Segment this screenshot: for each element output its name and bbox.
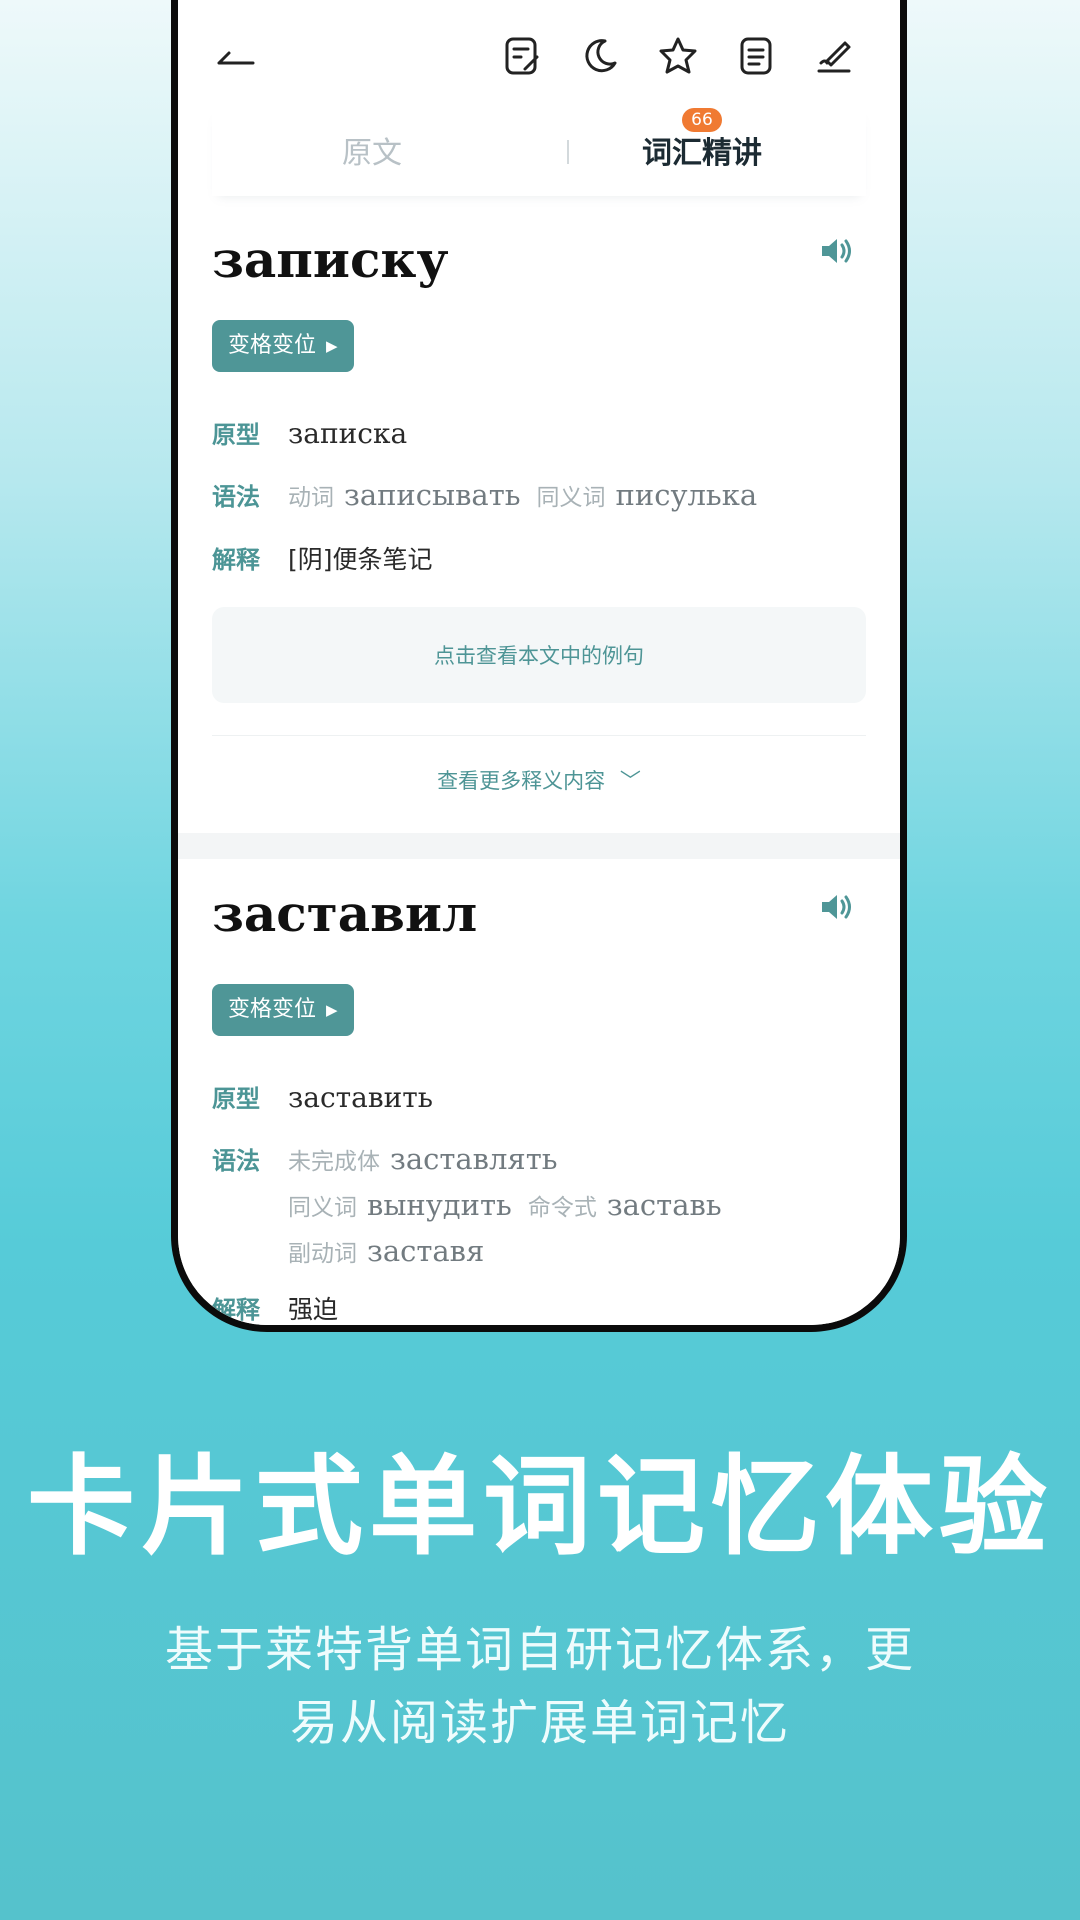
inflection-label: 变格变位 [228, 997, 317, 1022]
lemma-row: 原型 заставить [212, 1079, 866, 1114]
grammar-value[interactable]: заставь [607, 1188, 722, 1222]
vocab-count-badge: 66 [682, 108, 722, 132]
grammar-row: 语法 未完成体 заставлять [212, 1141, 866, 1176]
examples-button[interactable]: 点击查看本文中的例句 [212, 607, 866, 703]
definition-row: 解释 [阴]便条笔记 [212, 540, 866, 576]
divider [212, 735, 866, 736]
grammar-value[interactable]: заставя [367, 1234, 484, 1268]
grammar-tag: 副动词 [288, 1241, 357, 1267]
grammar-value[interactable]: заставлять [390, 1142, 558, 1176]
grammar-tag: 动词 [288, 485, 334, 511]
lemma-value: записка [288, 417, 408, 450]
speaker-icon[interactable] [818, 888, 856, 926]
pen-sign-icon[interactable] [806, 28, 862, 84]
speaker-icon[interactable] [818, 232, 856, 270]
card-separator [178, 833, 900, 859]
phone-frame: 原文 词汇精讲 66 записку 变格变位 ▶ 原型 записка 语法 … [171, 0, 907, 1332]
word-title: заставил [212, 884, 478, 943]
grammar-tag: 同义词 [288, 1195, 357, 1221]
top-toolbar [178, 20, 900, 95]
inflection-button[interactable]: 变格变位 ▶ [212, 984, 354, 1036]
lemma-value: заставить [288, 1081, 433, 1114]
definition-value: [阴]便条笔记 [288, 545, 433, 574]
more-definitions-link[interactable]: 查看更多释义内容 ﹀ [178, 765, 900, 795]
inflection-label: 变格变位 [228, 333, 317, 358]
back-arrow-icon[interactable] [208, 28, 264, 84]
grammar-value[interactable]: вынудить [367, 1188, 512, 1222]
tab-divider [567, 140, 569, 164]
grammar-continuation: 同义词 вынудить 命令式 заставь [288, 1188, 866, 1222]
chevron-down-icon: ﹀ [619, 769, 641, 793]
play-triangle-icon: ▶ [326, 1001, 338, 1019]
grammar-continuation: 副动词 заставя [288, 1234, 866, 1268]
star-icon[interactable] [650, 28, 706, 84]
document-icon[interactable] [728, 28, 784, 84]
word-card: записку 变格变位 ▶ 原型 записка 语法 动词 записыва… [178, 210, 900, 830]
tab-bar: 原文 词汇精讲 66 [212, 108, 866, 196]
moon-icon[interactable] [572, 28, 628, 84]
lemma-row: 原型 записка [212, 415, 866, 450]
edit-note-icon[interactable] [494, 28, 550, 84]
grammar-row: 语法 动词 записывать 同义词 писулька [212, 477, 866, 512]
grammar-label: 语法 [212, 483, 260, 511]
word-title: записку [212, 230, 449, 289]
grammar-tag: 未完成体 [288, 1149, 380, 1175]
grammar-value[interactable]: записывать [344, 478, 521, 512]
definition-label: 解释 [212, 1296, 260, 1324]
definition-value: 强迫 [288, 1295, 339, 1324]
grammar-value[interactable]: писулька [616, 478, 758, 512]
grammar-tag: 同义词 [536, 485, 606, 511]
tab-original[interactable]: 原文 [342, 128, 402, 172]
grammar-label: 语法 [212, 1147, 260, 1175]
promo-headline: 卡片式单词记忆体验 [26, 1445, 1053, 1570]
lemma-label: 原型 [212, 1085, 260, 1113]
grammar-tag: 命令式 [527, 1195, 597, 1221]
lemma-label: 原型 [212, 421, 260, 449]
inflection-button[interactable]: 变格变位 ▶ [212, 320, 354, 372]
more-definitions-label: 查看更多释义内容 [437, 769, 606, 793]
word-card: заставил 变格变位 ▶ 原型 заставить 语法 未完成体 зас… [178, 864, 900, 1325]
status-bar [178, 0, 900, 2]
tab-vocab[interactable]: 词汇精讲 [642, 128, 762, 172]
promo-subline-1: 基于莱特背单词自研记忆体系，更 [164, 1622, 915, 1678]
definition-label: 解释 [212, 546, 260, 574]
play-triangle-icon: ▶ [326, 337, 338, 355]
definition-row: 解释 强迫 [212, 1290, 866, 1325]
promo-subline-2: 易从阅读扩展单词记忆 [289, 1695, 790, 1751]
